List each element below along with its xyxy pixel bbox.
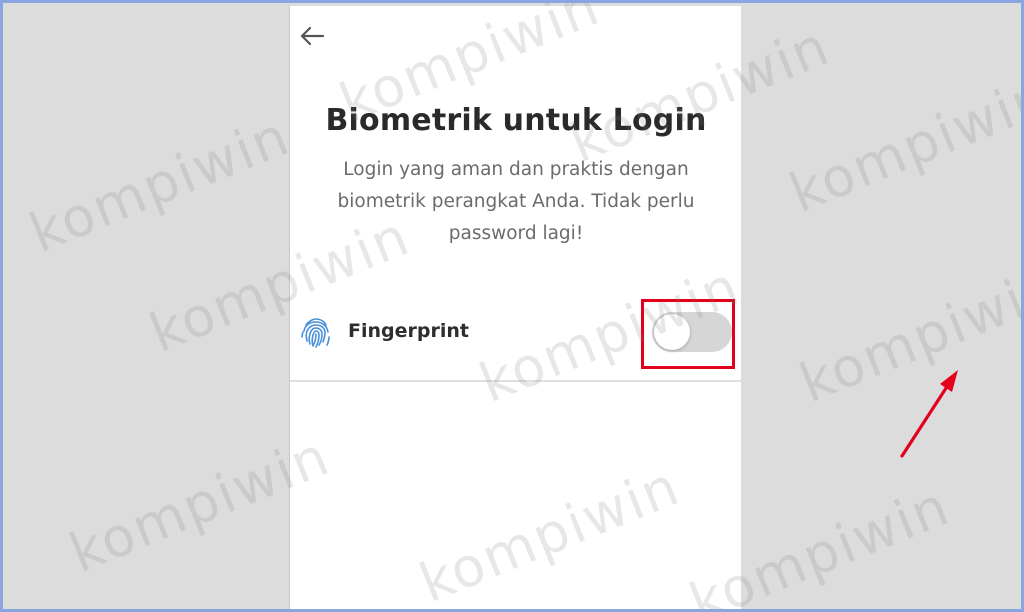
left-background [6,6,289,609]
divider [290,380,742,382]
phone-screen: Biometrik untuk Login Login yang aman da… [289,6,958,609]
arrow-left-icon [300,26,325,46]
screenshot-frame: Biometrik untuk Login Login yang aman da… [0,0,1024,612]
back-button[interactable] [298,24,326,48]
right-background [741,6,1021,609]
toggle-knob [654,314,690,350]
description-line: Login yang aman dan praktis dengan [343,159,689,180]
description-line: password lagi! [448,223,584,244]
fingerprint-icon [301,318,330,348]
fingerprint-label: Fingerprint [348,320,469,342]
fingerprint-toggle[interactable] [652,312,732,352]
page-description: Login yang aman dan praktis dengan biome… [330,154,702,250]
description-line: biometrik perangkat Anda. Tidak perlu [337,191,695,212]
page-title: Biometrik untuk Login [325,103,707,138]
annotation-arrow-icon [900,370,958,458]
